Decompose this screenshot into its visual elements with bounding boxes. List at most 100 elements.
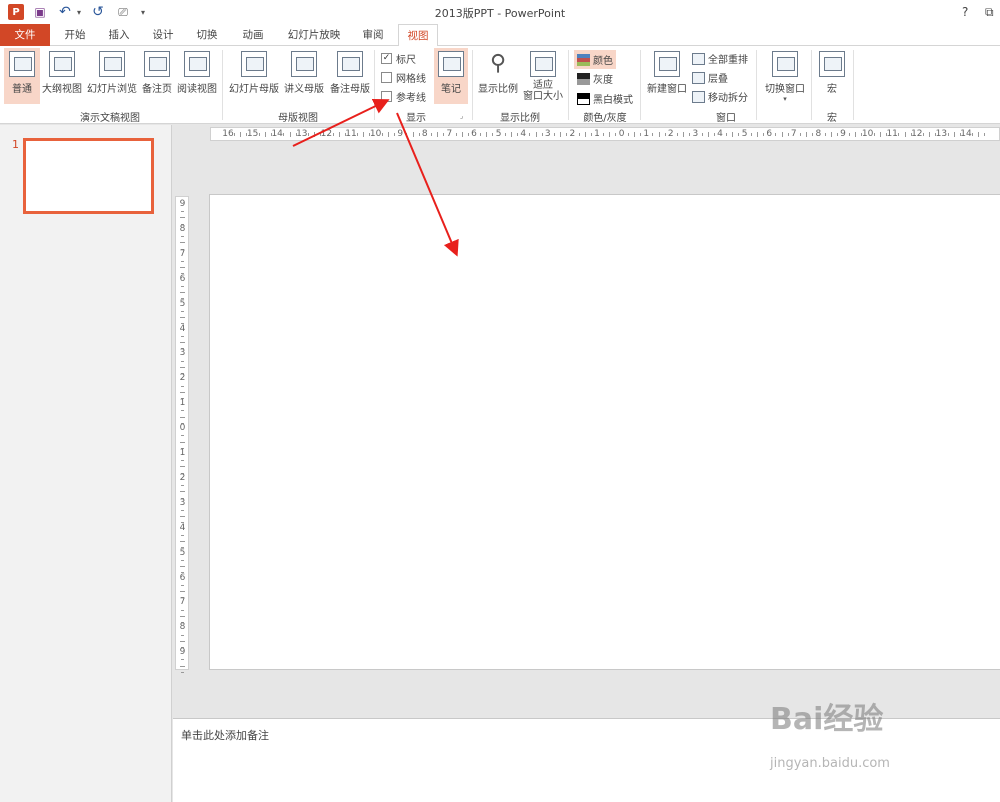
fit-to-window-button[interactable]: 适应 窗口大小 xyxy=(522,48,564,104)
macros-button[interactable]: 宏 xyxy=(816,48,848,104)
ruler-mark: 6 xyxy=(766,129,773,139)
ruler-tick xyxy=(180,466,185,468)
dialog-launcher-icon[interactable]: ⌟ xyxy=(460,112,463,120)
tab-view[interactable]: 视图 xyxy=(398,24,438,47)
notes-page-button[interactable]: 备注页 xyxy=(140,48,174,104)
ruler-tick xyxy=(180,317,185,319)
ruler-mark: 5 xyxy=(495,129,502,139)
ruler-mark: 6 xyxy=(179,273,186,284)
guides-checkbox[interactable]: 参考线 xyxy=(381,89,426,104)
macros-icon xyxy=(819,51,845,77)
group-divider xyxy=(756,50,757,120)
arrange-all-button[interactable]: 全部重排 xyxy=(692,51,748,66)
ruler-mark: 9 xyxy=(397,129,404,139)
ruler-mark: 11 xyxy=(345,129,357,139)
zoom-button[interactable]: ⚲ 显示比例 xyxy=(476,48,520,104)
ribbon-tabs: 文件 开始 插入 设计 切换 动画 幻灯片放映 审阅 视图 xyxy=(0,24,1000,47)
ruler-mark: 1 xyxy=(179,398,186,409)
ruler-tick xyxy=(929,132,931,137)
ruler-tick xyxy=(658,132,660,137)
color-icon xyxy=(577,53,590,66)
checkmark-icon: ✓ xyxy=(381,53,392,64)
help-button[interactable]: ? xyxy=(962,5,968,19)
ruler-tick xyxy=(578,133,580,136)
ruler-tick xyxy=(181,634,184,636)
ruler-tick xyxy=(873,133,875,136)
slide-thumbnail[interactable] xyxy=(23,138,154,214)
ruler-tick xyxy=(750,133,752,136)
ruler-tick xyxy=(855,132,857,137)
fit-to-window-icon xyxy=(530,51,556,77)
tab-animations[interactable]: 动画 xyxy=(236,24,270,46)
tab-design[interactable]: 设计 xyxy=(146,24,180,46)
color-button[interactable]: 颜色 xyxy=(574,50,616,69)
slide-number: 1 xyxy=(12,138,19,151)
tab-transitions[interactable]: 切换 xyxy=(190,24,224,46)
ruler-tick xyxy=(258,133,260,136)
ruler-tick xyxy=(879,132,881,137)
vertical-ruler[interactable]: 9 8 7 6 5 4 3 2 1 0 1 2 3 4 5 6 7 8 9 xyxy=(175,196,189,673)
ruler-mark: 3 xyxy=(179,348,186,359)
ruler-tick xyxy=(338,132,340,137)
horizontal-ruler[interactable]: 16 15 14 13 12 11 10 9 8 7 6 5 4 3 2 1 0 1 2 3 4 5 6 7 8 9 10 11 12 1… xyxy=(210,127,1000,141)
ruler-mark: 12 xyxy=(911,129,923,139)
ruler-tick xyxy=(652,133,654,136)
ruler-tick xyxy=(898,133,900,136)
ruler-mark: 1 xyxy=(179,448,186,458)
ruler-tick xyxy=(609,132,611,137)
ruler-tick xyxy=(180,242,185,244)
new-window-button[interactable]: 新建窗口 xyxy=(644,48,690,104)
handout-master-icon xyxy=(291,51,317,77)
dropdown-arrow-icon: ▾ xyxy=(783,95,787,103)
ruler-mark: 14 xyxy=(271,129,283,139)
ruler-tick xyxy=(455,133,457,136)
normal-view-button[interactable]: 普通 xyxy=(4,48,40,104)
notes-button[interactable]: 笔记 xyxy=(434,48,468,104)
grayscale-button[interactable]: 灰度 xyxy=(577,71,613,86)
outline-view-button[interactable]: 大纲视图 xyxy=(40,48,84,104)
ruler-mark: 12 xyxy=(320,129,333,139)
move-split-button[interactable]: 移动拆分 xyxy=(692,89,748,104)
ruler-tick xyxy=(480,133,482,136)
watermark-brand: Bai经验 xyxy=(770,702,884,737)
ruler-tick xyxy=(412,132,414,137)
ruler-tick xyxy=(180,516,185,518)
slide-canvas[interactable] xyxy=(209,194,1000,670)
ruler-checkbox[interactable]: ✓ 标尺 xyxy=(381,51,416,66)
ruler-tick xyxy=(283,133,285,136)
slide-master-button[interactable]: 幻灯片母版 xyxy=(228,48,280,104)
cascade-button[interactable]: 层叠 xyxy=(692,70,728,85)
ruler-tick xyxy=(824,133,826,136)
ruler-mark: 15 xyxy=(246,129,259,139)
black-white-button[interactable]: 黑白模式 xyxy=(577,91,633,106)
slide-sorter-button[interactable]: 幻灯片浏览 xyxy=(86,48,138,104)
switch-windows-button[interactable]: 切换窗口 ▾ xyxy=(762,48,808,104)
notes-master-button[interactable]: 备注母版 xyxy=(328,48,372,104)
new-window-icon xyxy=(654,51,680,77)
tab-slideshow[interactable]: 幻灯片放映 xyxy=(282,24,346,46)
tab-file[interactable]: 文件 xyxy=(0,24,50,46)
tab-insert[interactable]: 插入 xyxy=(102,24,136,46)
handout-master-button[interactable]: 讲义母版 xyxy=(282,48,326,104)
group-divider xyxy=(640,50,641,120)
ruler-mark: 8 xyxy=(179,622,186,633)
ruler-tick xyxy=(180,416,185,418)
ruler-tick xyxy=(701,133,703,136)
ruler-tick xyxy=(181,659,184,661)
reading-view-button[interactable]: 阅读视图 xyxy=(176,48,218,104)
ruler-tick xyxy=(972,133,974,136)
gridlines-checkbox[interactable]: 网格线 xyxy=(381,70,426,85)
ruler-tick xyxy=(504,133,506,136)
ribbon-display-options-icon[interactable]: ⧉ xyxy=(985,5,994,20)
ruler-mark: 8 xyxy=(421,129,428,139)
ruler-tick xyxy=(180,267,185,269)
notes-page-icon xyxy=(144,51,170,77)
tab-review[interactable]: 审阅 xyxy=(356,24,390,46)
ruler-tick xyxy=(181,584,184,586)
ruler-tick xyxy=(181,559,184,561)
watermark-url: jingyan.baidu.com xyxy=(770,756,890,771)
tab-home[interactable]: 开始 xyxy=(58,24,92,46)
ruler-tick xyxy=(732,132,734,137)
ruler-mark: 11 xyxy=(886,129,898,139)
ruler-mark: 10 xyxy=(861,129,874,139)
